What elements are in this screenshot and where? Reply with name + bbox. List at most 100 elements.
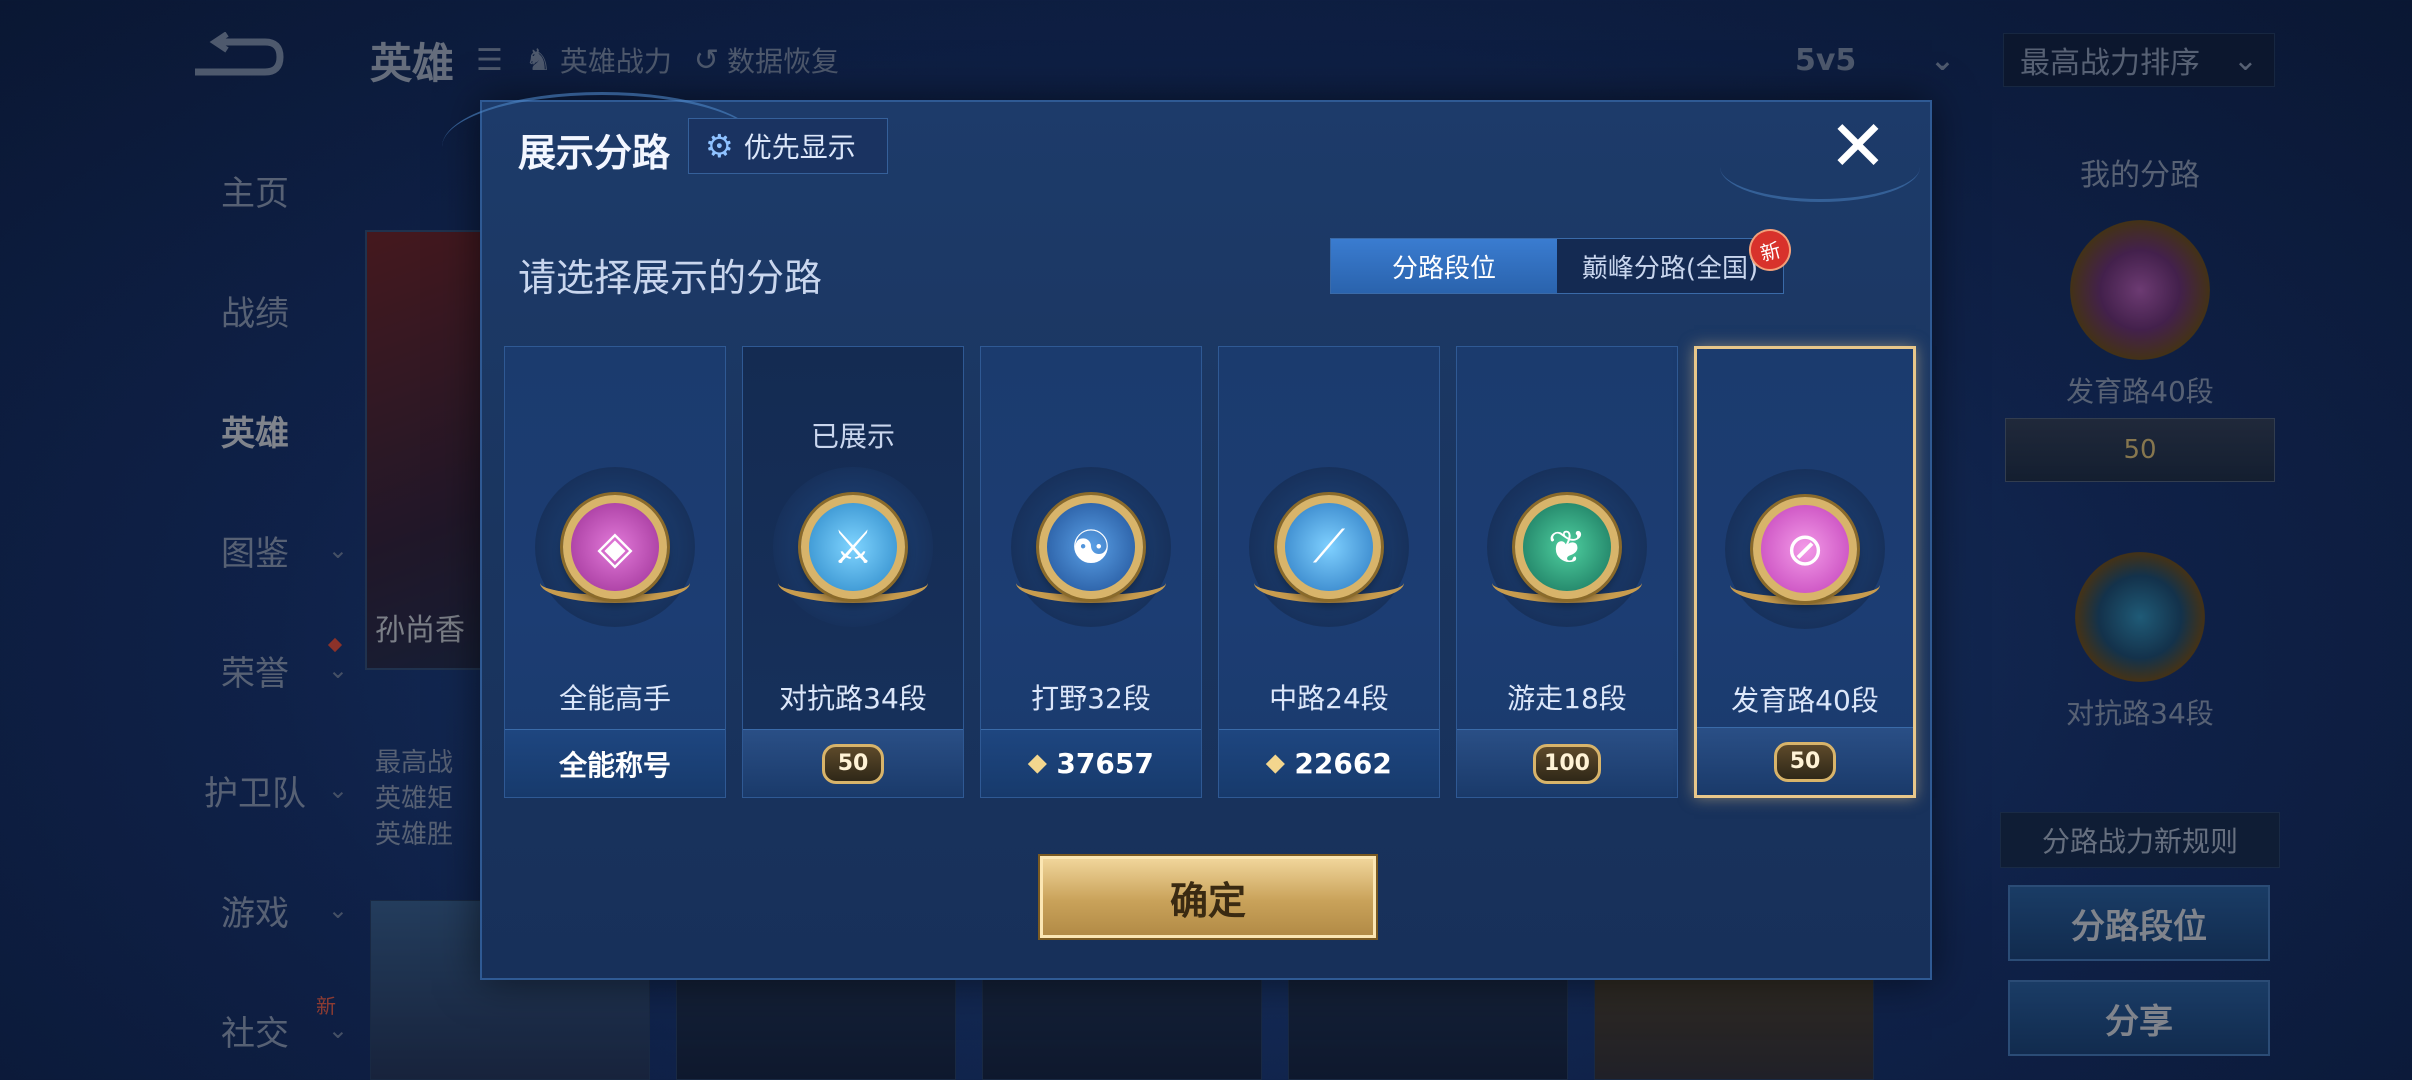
mode-select-value: 5v5 [1795, 42, 1857, 78]
hero-power-link[interactable]: ♞ 英雄战力 [525, 40, 672, 80]
display-lane-modal: 展示分路 ⚙ 优先显示 ✕ 请选择展示的分路 分路段位 巅峰分路(全国) 新 ◈… [442, 92, 1932, 980]
nav-item-games[interactable]: 游戏 ⌄ [150, 850, 360, 970]
nav-item-social[interactable]: 新社交 ⌄ [150, 970, 360, 1080]
jungle-medal-icon: ☯ [1039, 495, 1143, 599]
stars-badge: 100 [1533, 743, 1601, 784]
lane-card-roam[interactable]: ❦ 游走18段 100 [1456, 346, 1678, 798]
priority-display-button[interactable]: ⚙ 优先显示 [688, 118, 888, 174]
nav-item-gallery[interactable]: 图鉴 ⌄ [150, 490, 360, 610]
chevron-down-icon: ⌄ [327, 1016, 348, 1044]
lane-footer: ⬥ 37657 [981, 729, 1201, 797]
chevron-down-icon: ⌄ [327, 896, 348, 924]
nav-label: 图鉴 [221, 533, 289, 574]
lane-type-tabs: 分路段位 巅峰分路(全国) 新 [1330, 224, 1796, 294]
red-dot-indicator [327, 637, 343, 653]
lane-power-value: 22662 [1294, 747, 1392, 780]
lane-badge: ☯ [1011, 467, 1171, 627]
chevron-down-icon: ⌄ [327, 536, 348, 564]
gear-icon: ⚙ [705, 127, 734, 165]
hero-power-label: 英雄战力 [559, 45, 672, 78]
tab-lane-segment[interactable]: 分路段位 [1331, 239, 1557, 293]
nav-label: 主页 [221, 173, 289, 214]
stars-badge: 50 [822, 743, 884, 784]
tab-peak-lane[interactable]: 巅峰分路(全国) 新 [1557, 224, 1796, 293]
lane-footer: ⬥ 22662 [1219, 729, 1439, 797]
lane-segment-button[interactable]: 分路段位 [2008, 885, 2270, 961]
chevron-down-icon: ⌄ [327, 776, 348, 804]
lane-name: 中路24段 [1269, 682, 1389, 715]
modal-title: 展示分路 [518, 131, 671, 175]
list-icon[interactable]: ☰ [476, 43, 503, 78]
mid-lane-medal-icon: ⟋ [1277, 495, 1381, 599]
lane-badge: ❦ [1487, 467, 1647, 627]
confirm-button[interactable]: 确定 [1040, 856, 1376, 938]
back-arrow-icon [195, 31, 284, 76]
nav-label: 战绩 [221, 293, 289, 334]
hero-power-icon: ♞ [524, 42, 552, 78]
restore-icon: ↺ [693, 42, 719, 78]
close-button[interactable]: ✕ [1826, 105, 1890, 187]
lane-card-clash[interactable]: 已展示 ⚔ 对抗路34段 50 [742, 346, 964, 798]
data-restore-label: 数据恢复 [726, 45, 839, 78]
my-lane-label: 对抗路34段 [2066, 697, 2214, 730]
chevron-down-icon: ⌄ [1929, 42, 1955, 78]
nav-item-records[interactable]: 战绩 [150, 250, 360, 370]
farm-lane-medal-icon: ⊘ [1753, 497, 1857, 601]
lane-card-mid[interactable]: ⟋ 中路24段 ⬥ 22662 [1218, 346, 1440, 798]
stars-badge: 50 [1774, 741, 1836, 782]
lane-name: 全能高手 [558, 682, 671, 715]
lane-footer: 全能称号 [505, 729, 725, 797]
lane-power-rules-button[interactable]: 分路战力新规则 [2000, 812, 2280, 868]
roam-medal-icon: ❦ [1515, 495, 1619, 599]
my-lanes-panel: 我的分路 发育路40段 50 对抗路34段 [2000, 150, 2280, 732]
sort-select[interactable]: 最高战力排序 ⌄ [2003, 33, 2275, 87]
farm-lane-medal-icon [2070, 220, 2210, 360]
lane-badge: ◈ [535, 467, 695, 627]
lane-footer: 100 [1457, 729, 1677, 797]
page-title: 英雄 [370, 38, 455, 88]
nav-item-home[interactable]: 主页 [150, 130, 360, 250]
lane-footer-text: 全能称号 [558, 748, 671, 782]
decorative-swirl [1720, 132, 1920, 202]
nav-label: 英雄 [221, 413, 289, 454]
new-badge: 新 [316, 994, 336, 1018]
modal-subtitle: 请选择展示的分路 [518, 256, 823, 300]
data-restore-link[interactable]: ↺ 数据恢复 [694, 40, 839, 80]
lane-badge: ⚔ [773, 467, 933, 627]
clash-lane-medal-icon [2075, 552, 2205, 682]
priority-display-label: 优先显示 [743, 131, 856, 164]
lane-footer: 50 [743, 729, 963, 797]
nav-item-heroes[interactable]: 英雄 [150, 370, 360, 490]
chevron-down-icon: ⌄ [327, 656, 348, 684]
nav-item-guard[interactable]: 护卫队 ⌄ [150, 730, 360, 850]
lane-card-jungle[interactable]: ☯ 打野32段 ⬥ 37657 [980, 346, 1202, 798]
lane-name: 发育路40段 [1731, 684, 1879, 717]
share-button[interactable]: 分享 [2008, 980, 2270, 1056]
tab-label: 分路段位 [1391, 253, 1496, 284]
mode-select[interactable]: 5v5 ⌄ [1785, 33, 1965, 87]
all-round-medal-icon: ◈ [563, 495, 667, 599]
nav-item-honor[interactable]: 荣誉 ⌄ [150, 610, 360, 730]
power-icon: ⬥ [1266, 748, 1285, 778]
lane-card-list: ◈ 全能高手 全能称号 已展示 ⚔ 对抗路34段 50 ☯ 打野32段 ⬥ 37… [504, 346, 1916, 798]
chevron-down-icon: ⌄ [2232, 42, 2258, 78]
lane-name: 游走18段 [1507, 682, 1627, 715]
nav-label: 社交 [221, 1013, 289, 1054]
my-lane-stars: 50 [2005, 418, 2275, 482]
tab-label: 巅峰分路(全国) [1581, 253, 1759, 284]
lane-card-all-round[interactable]: ◈ 全能高手 全能称号 [504, 346, 726, 798]
clash-lane-medal-icon: ⚔ [801, 495, 905, 599]
sort-select-value: 最高战力排序 [2020, 46, 2200, 81]
lane-badge: ⊘ [1725, 469, 1885, 629]
lane-power-value: 37657 [1056, 747, 1154, 780]
hero-card-name: 孙尚香 [375, 613, 465, 648]
top-bar: 英雄 ☰ ♞ 英雄战力 ↺ 数据恢复 [370, 30, 839, 90]
lane-tag-displayed: 已展示 [810, 420, 895, 453]
nav-label: 游戏 [221, 893, 289, 934]
lane-card-farm[interactable]: ⊘ 发育路40段 50 [1694, 346, 1916, 798]
side-nav: 主页 战绩 英雄 图鉴 ⌄ 荣誉 ⌄ 护卫队 ⌄ 游戏 ⌄ 新社交 ⌄ [150, 130, 360, 1080]
close-icon: ✕ [1828, 105, 1888, 187]
lane-footer: 50 [1697, 727, 1913, 795]
back-button[interactable] [185, 31, 285, 82]
my-lane-label: 发育路40段 [2066, 375, 2214, 408]
